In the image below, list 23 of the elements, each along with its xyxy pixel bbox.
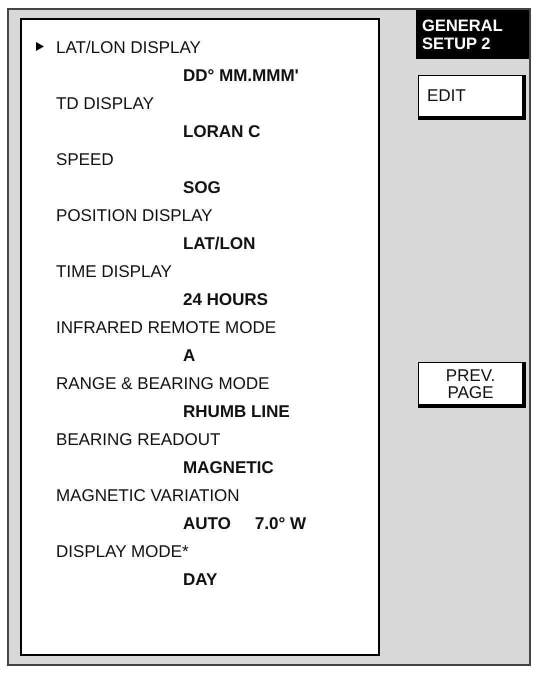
setting-value: AUTO (183, 513, 231, 535)
setting-value: SOG (183, 177, 221, 199)
setting-label[interactable]: DISPLAY MODE* (34, 538, 189, 566)
setting-label[interactable]: RANGE & BEARING MODE (34, 370, 270, 398)
setting-value: DAY (183, 569, 218, 591)
setting-label[interactable]: MAGNETIC VARIATION (34, 482, 240, 510)
setting-label[interactable]: INFRARED REMOTE MODE (34, 314, 276, 342)
setting-value: MAGNETIC (183, 457, 274, 479)
setting-label[interactable]: TD DISPLAY (34, 90, 154, 118)
softkey-button[interactable]: EDIT (418, 75, 526, 120)
setting-value: DD° MM.MMM' (183, 65, 299, 87)
setting-label[interactable]: TIME DISPLAY (34, 258, 172, 286)
menu-title: GENERAL SETUP 2 (416, 10, 529, 59)
setting-value: A (183, 345, 196, 367)
setting-label[interactable]: POSITION DISPLAY (34, 202, 213, 230)
setting-value: LORAN C (183, 121, 260, 143)
setting-label[interactable]: SPEED (34, 146, 114, 174)
setting-value: 7.0° W (254, 513, 306, 535)
softkey-button[interactable]: PREV. PAGE (418, 362, 526, 408)
setting-label[interactable]: BEARING READOUT (34, 426, 220, 454)
setting-value: 24 HOURS (183, 289, 268, 311)
setting-value: LAT/LON (183, 233, 256, 255)
setting-value: RHUMB LINE (183, 401, 290, 423)
